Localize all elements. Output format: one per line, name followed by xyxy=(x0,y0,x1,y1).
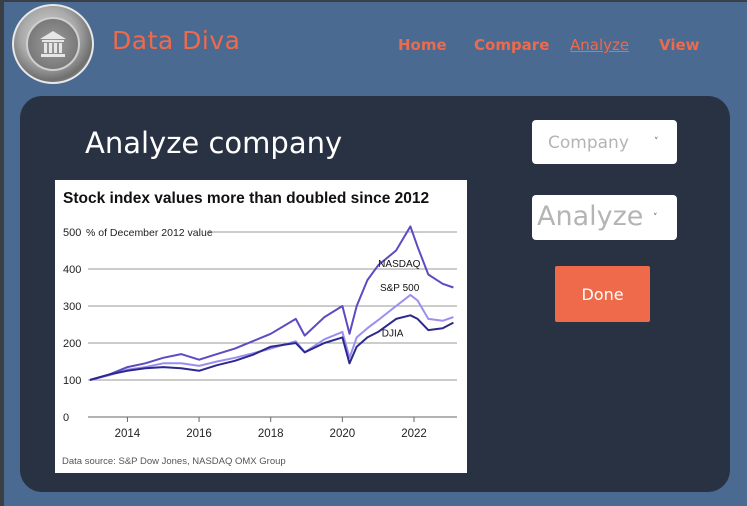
y-tick-label: 200 xyxy=(63,338,81,350)
y-tick-label: 100 xyxy=(63,375,81,387)
company-select-value: Company xyxy=(548,133,629,153)
chart-ylabel: % of December 2012 value xyxy=(86,227,213,239)
nav-view[interactable]: View xyxy=(659,36,700,54)
chevron-down-icon: ˅ xyxy=(653,213,658,223)
chart-canvas: Stock index values more than doubled sin… xyxy=(62,190,457,467)
chart-source: Data source: S&P Dow Jones, NASDAQ OMX G… xyxy=(62,456,286,467)
y-tick-label: 500 xyxy=(63,227,81,239)
nav-analyze[interactable]: Analyze xyxy=(570,36,629,54)
x-tick-label: 2018 xyxy=(258,428,284,440)
chevron-down-icon: ˅ xyxy=(654,137,659,147)
series-label: DJIA xyxy=(382,328,404,339)
main-nav: Home Compare Analyze View xyxy=(0,36,747,56)
company-select[interactable]: Company ˅ xyxy=(532,120,677,164)
nav-compare[interactable]: Compare xyxy=(474,36,549,54)
stock-chart: Stock index values more than doubled sin… xyxy=(55,180,467,473)
analyze-select[interactable]: Analyze ˅ xyxy=(532,195,677,240)
x-tick-label: 2022 xyxy=(401,428,427,440)
window-frame-left xyxy=(0,0,4,506)
page-title: Analyze company xyxy=(85,126,343,160)
y-tick-label: 300 xyxy=(63,301,81,313)
series-label: S&P 500 xyxy=(380,283,420,294)
chart-title: Stock index values more than doubled sin… xyxy=(63,190,429,207)
y-tick-label: 0 xyxy=(63,412,69,424)
y-tick-label: 400 xyxy=(63,264,81,276)
done-button[interactable]: Done xyxy=(555,266,650,322)
x-tick-label: 2014 xyxy=(115,428,141,440)
series-label: NASDAQ xyxy=(378,259,420,270)
analyze-select-value: Analyze xyxy=(537,201,644,232)
window-frame-top xyxy=(0,0,747,2)
x-tick-label: 2016 xyxy=(186,428,212,440)
nav-home[interactable]: Home xyxy=(398,36,447,54)
x-tick-label: 2020 xyxy=(330,428,356,440)
